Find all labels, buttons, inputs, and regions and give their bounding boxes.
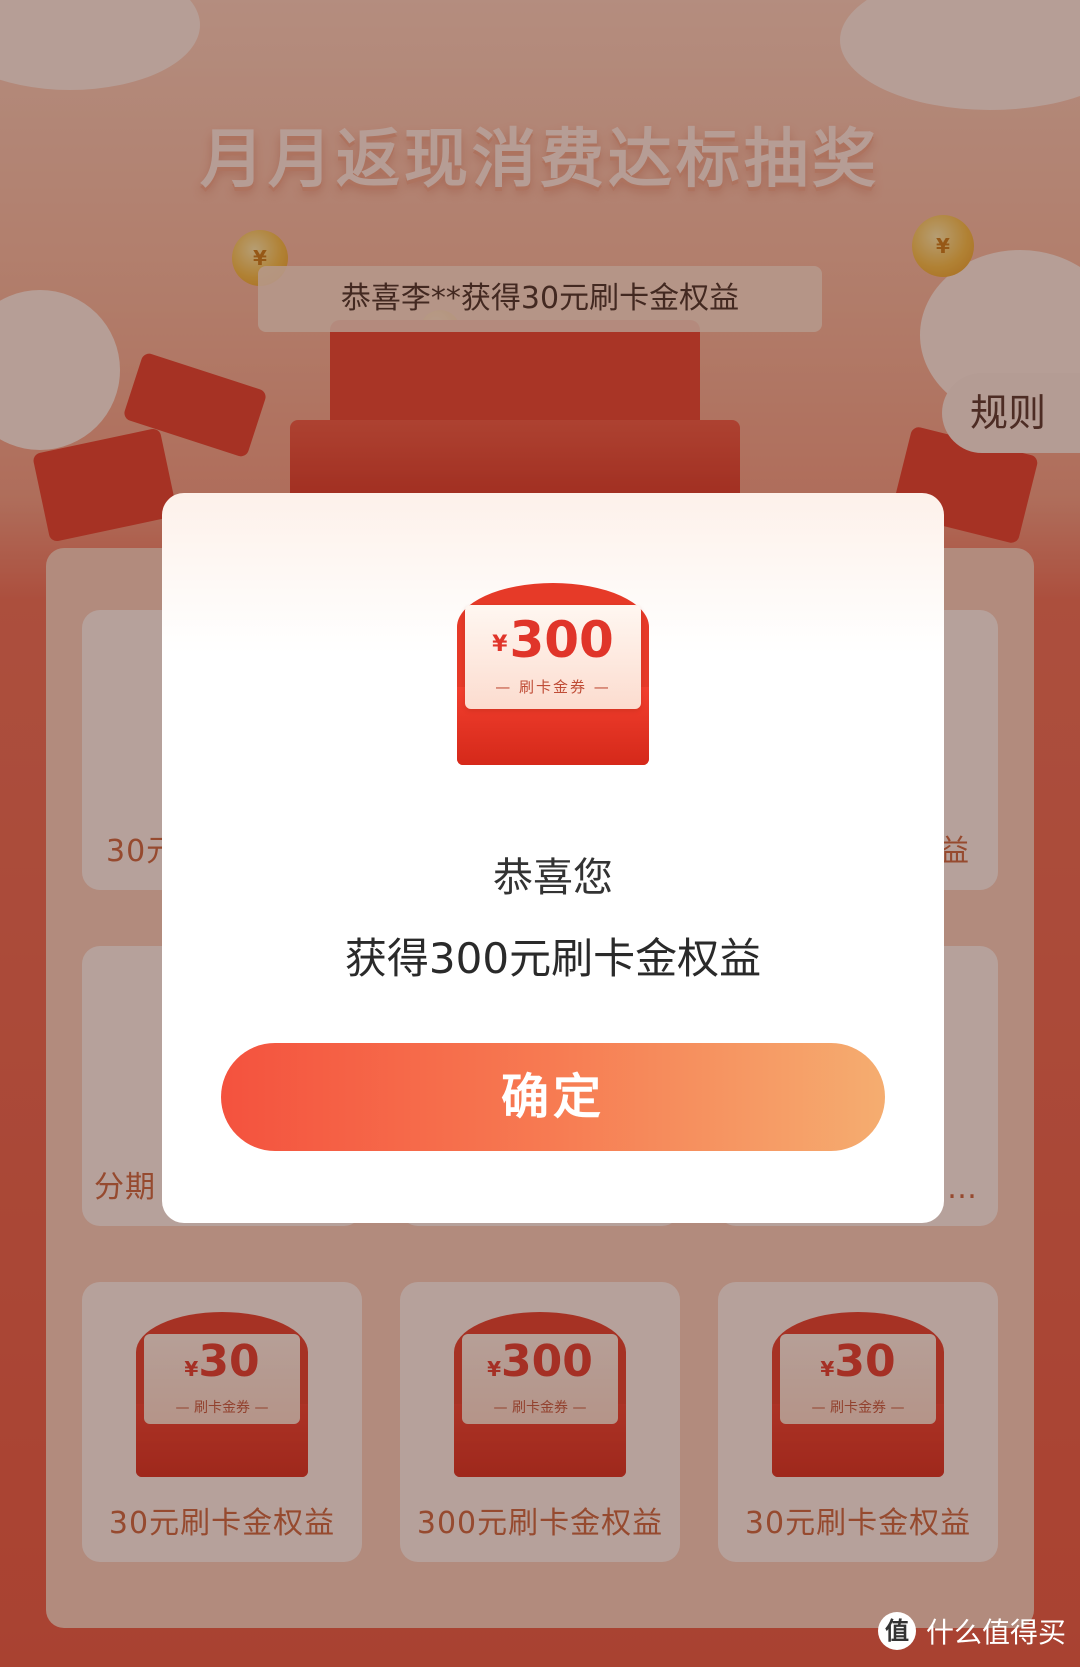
smzdm-logo-icon: 值: [877, 1612, 916, 1650]
currency-symbol: ¥: [492, 632, 508, 657]
watermark: 值 什么值得买: [877, 1611, 1066, 1651]
prize-description: 获得300元刷卡金权益: [344, 934, 762, 983]
watermark-text: 什么值得买: [925, 1616, 1066, 1649]
prize-dialog: ¥300 — 刷卡金券 — 恭喜您 获得300元刷卡金权益 确定: [162, 493, 944, 1223]
confirm-button[interactable]: 确定: [221, 1043, 885, 1151]
congrats-text: 恭喜您: [493, 855, 613, 901]
prize-subtitle: — 刷卡金券 —: [495, 678, 611, 696]
prize-amount: 300: [509, 611, 614, 669]
prize-voucher-illustration: ¥300 — 刷卡金券 —: [457, 583, 649, 765]
